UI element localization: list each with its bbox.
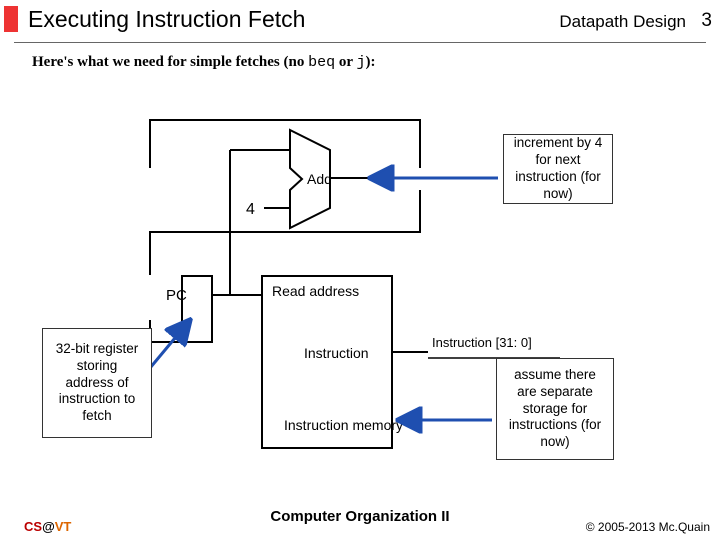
intro-prefix: Here's what we need for simple fetches (… — [32, 54, 308, 70]
callout-pc-register: 32-bit register storing address of instr… — [42, 328, 152, 438]
add-label: Add — [307, 171, 332, 187]
accent-bar — [4, 6, 18, 32]
pc-label: PC — [166, 287, 187, 304]
intro-code-beq: beq — [308, 54, 335, 71]
slide-title: Executing Instruction Fetch — [28, 6, 305, 33]
header-rule — [14, 42, 706, 43]
footer-left: CS@VT — [24, 519, 71, 534]
slide-subtitle: Datapath Design — [559, 12, 686, 32]
callout-increment: increment by 4 for next instruction (for… — [503, 134, 613, 204]
footer: Computer Organization II CS@VT © 2005-20… — [0, 508, 720, 534]
four-label: 4 — [246, 201, 255, 218]
footer-right: © 2005-2013 Mc.Quain — [586, 520, 710, 534]
instruction-label: Instruction — [304, 345, 369, 361]
intro-text: Here's what we need for simple fetches (… — [32, 54, 376, 71]
read-address-label: Read address — [272, 283, 359, 299]
intro-suffix: ): — [366, 54, 376, 70]
intro-code-j: j — [356, 54, 365, 71]
callout-instruction-memory: assume there are separate storage for in… — [496, 358, 614, 460]
page-number: 3 — [701, 10, 712, 32]
intro-mid: or — [335, 54, 356, 70]
footer-cs: CS — [24, 519, 42, 534]
footer-vt: VT — [55, 519, 72, 534]
instruction-bus-label: Instruction [31: 0] — [432, 335, 532, 350]
instruction-memory-label: Instruction memory — [284, 417, 403, 433]
footer-at: @ — [42, 519, 55, 534]
